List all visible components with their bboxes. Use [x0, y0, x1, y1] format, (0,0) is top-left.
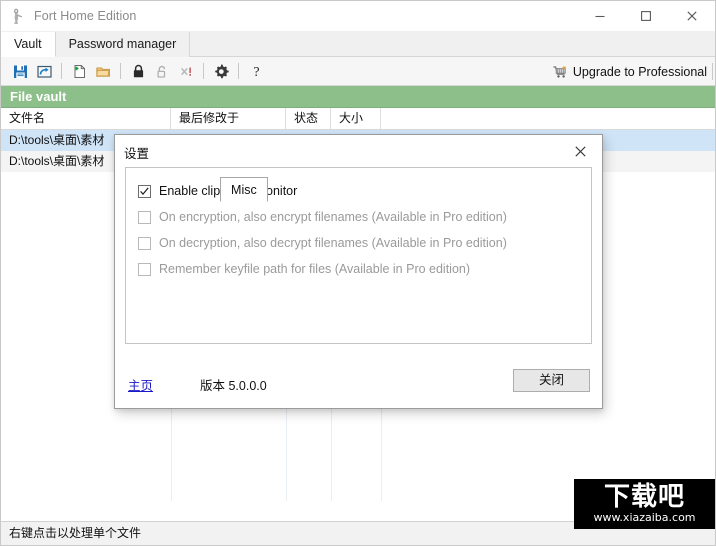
lock-icon: [133, 64, 143, 77]
toolbar-separator: [238, 63, 239, 79]
option-row-decrypt-filenames: On decryption, also decrypt filenames (A…: [138, 234, 591, 252]
open-vault-icon: [36, 65, 52, 78]
shopping-cart-icon: [553, 65, 566, 78]
version-label: 版本 5.0.0.0: [200, 379, 267, 393]
label-remember-keyfile: Remember keyfile path for files (Availab…: [159, 262, 471, 276]
settings-tab-misc-label: Misc: [231, 183, 257, 197]
fort-app-icon: [10, 8, 26, 24]
help-icon: ?: [253, 65, 259, 80]
add-file-button[interactable]: [67, 59, 91, 83]
svg-text:?: ?: [253, 65, 259, 80]
file-row-filename: D:\tools\桌面\素材: [9, 154, 105, 168]
unlock-icon: [156, 65, 165, 78]
app-window: Fort Home Edition Vault Password manager: [0, 0, 716, 546]
save-icon: [13, 65, 27, 78]
add-file-icon: [74, 64, 85, 78]
add-folder-button[interactable]: [91, 59, 115, 83]
tab-vault-label: Vault: [14, 37, 42, 51]
column-header-filler: [381, 108, 715, 129]
title-bar: Fort Home Edition: [1, 1, 715, 31]
file-row-filename: D:\tools\桌面\素材: [9, 133, 105, 147]
remove-button[interactable]: [174, 59, 198, 83]
label-encrypt-filenames: On encryption, also encrypt filenames (A…: [159, 210, 507, 224]
option-row-remember-keyfile: Remember keyfile path for files (Availab…: [138, 260, 591, 278]
tab-password-manager[interactable]: Password manager: [55, 32, 191, 57]
close-icon: [574, 146, 586, 157]
main-tab-strip: Vault Password manager: [1, 31, 715, 57]
checkbox-decrypt-filenames: [138, 236, 151, 250]
help-button[interactable]: ?: [244, 59, 268, 83]
settings-dialog-title: 设置: [124, 146, 150, 161]
label-decrypt-filenames: On decryption, also decrypt filenames (A…: [159, 236, 507, 250]
watermark-url: www.xiazaiba.com: [593, 511, 696, 524]
checkbox-encrypt-filenames: [138, 210, 151, 224]
settings-tab-misc[interactable]: Misc: [220, 177, 268, 202]
settings-close-button[interactable]: 关闭: [513, 369, 590, 392]
upgrade-to-professional-button[interactable]: Upgrade to Professional: [552, 57, 707, 86]
watermark-logo: 下载吧: [603, 482, 685, 512]
checkbox-enable-clipboard-monitor[interactable]: [138, 184, 151, 198]
window-controls: [577, 1, 715, 31]
settings-button[interactable]: [209, 59, 233, 83]
tab-password-manager-label: Password manager: [68, 37, 177, 51]
settings-misc-panel: Enable clipboard monitor On encryption, …: [125, 167, 592, 344]
watermark: 下载吧 www.xiazaiba.com: [574, 479, 715, 529]
settings-dialog: 设置 通用 界面 Misc Password manager: [114, 134, 603, 409]
settings-dialog-titlebar: 设置: [115, 135, 602, 169]
column-header-modified[interactable]: 最后修改于: [171, 108, 286, 129]
column-header-state[interactable]: 状态: [286, 108, 331, 129]
toolbar-separator: [61, 63, 62, 79]
delete-icon: [180, 67, 191, 76]
toolbar-separator: [120, 63, 121, 79]
close-button-window[interactable]: [669, 1, 715, 31]
toolbar-separator: [203, 63, 204, 79]
settings-dialog-footer: 主页 版本 5.0.0.0 关闭: [115, 363, 602, 408]
minimize-button[interactable]: [577, 1, 623, 31]
option-row-clipboard-monitor[interactable]: Enable clipboard monitor: [138, 182, 591, 200]
vault-section-header: File vault: [1, 86, 715, 108]
file-list-header: 文件名 最后修改于 状态 大小: [1, 108, 715, 130]
open-vault-button[interactable]: [32, 59, 56, 83]
window-title: Fort Home Edition: [34, 9, 137, 23]
column-header-filename[interactable]: 文件名: [1, 108, 171, 129]
option-row-encrypt-filenames: On encryption, also encrypt filenames (A…: [138, 208, 591, 226]
tab-vault[interactable]: Vault: [1, 32, 56, 57]
settings-dialog-close-button[interactable]: [558, 135, 602, 168]
maximize-button[interactable]: [623, 1, 669, 31]
decrypt-button[interactable]: [150, 59, 174, 83]
column-header-size[interactable]: 大小: [331, 108, 381, 129]
encrypt-button[interactable]: [126, 59, 150, 83]
toolbar: ? Upgrade to Professional: [1, 57, 715, 86]
gear-icon: [214, 63, 229, 78]
checkbox-remember-keyfile: [138, 262, 151, 276]
save-button[interactable]: [8, 59, 32, 83]
toolbar-separator: [712, 63, 713, 80]
home-page-link[interactable]: 主页: [128, 375, 153, 394]
add-folder-icon: [95, 67, 110, 77]
upgrade-label: Upgrade to Professional: [572, 64, 707, 79]
